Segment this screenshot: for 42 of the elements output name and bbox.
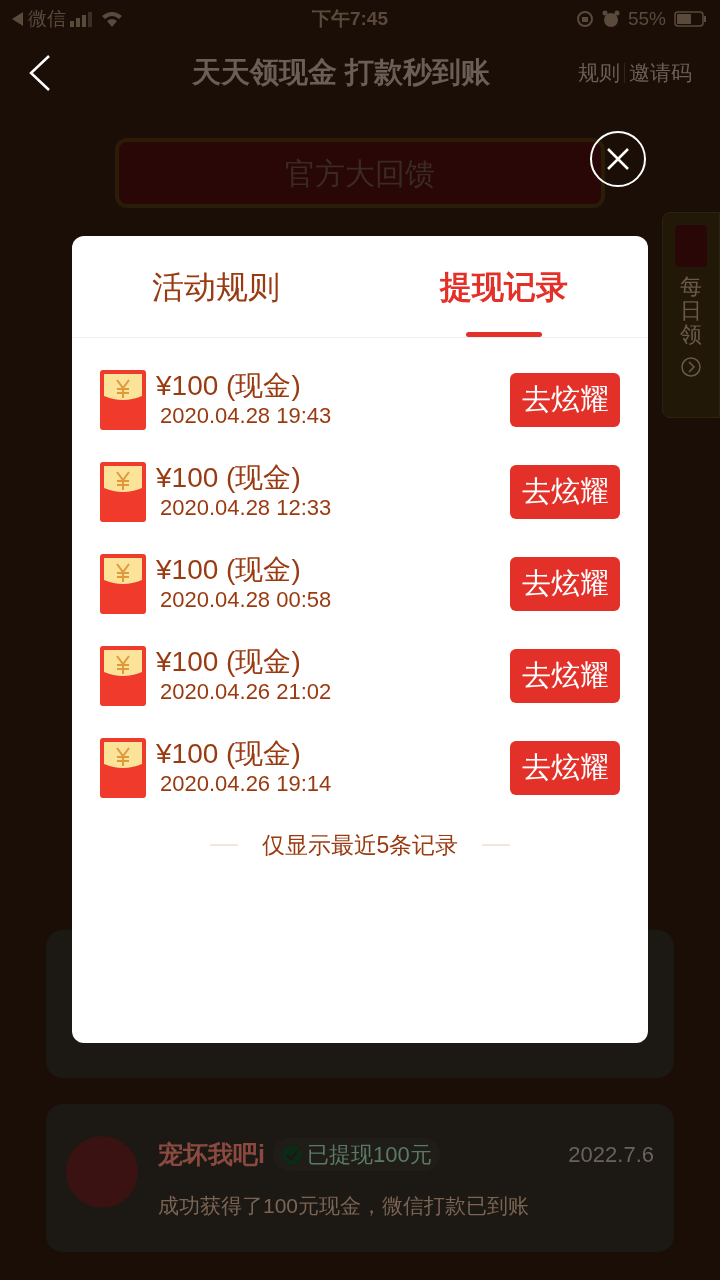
envelope-icon xyxy=(100,370,146,430)
rotation-lock-icon xyxy=(575,10,594,28)
record-time: 2020.04.26 19:14 xyxy=(160,770,332,798)
records-note: 仅显示最近5条记录 xyxy=(260,831,460,860)
record-time: 2020.04.28 12:33 xyxy=(160,494,332,522)
show-off-button[interactable]: 去炫耀 xyxy=(510,373,620,427)
arrow-circle-icon xyxy=(680,355,702,378)
back-arrow-icon xyxy=(12,12,24,26)
dialog-tab[interactable]: 活动规则 xyxy=(72,236,360,337)
user-name: 宠坏我吧i xyxy=(158,1139,265,1170)
envelope-icon xyxy=(100,462,146,522)
carrier-label: 微信 xyxy=(28,6,66,31)
close-button[interactable] xyxy=(590,131,646,187)
record-amount: ¥100 (现金) xyxy=(156,646,302,678)
invite-code-link[interactable]: 邀请码 xyxy=(629,57,692,89)
show-off-button[interactable]: 去炫耀 xyxy=(510,741,620,795)
record-amount: ¥100 (现金) xyxy=(156,462,302,494)
record-time: 2020.04.28 00:58 xyxy=(160,586,332,614)
envelope-icon xyxy=(100,646,146,706)
back-icon[interactable] xyxy=(28,54,52,92)
withdrawn-badge: 已提现100元 xyxy=(272,1138,440,1172)
envelope-icon xyxy=(100,738,146,798)
wifi-icon xyxy=(100,10,124,28)
feed-message: 成功获得了100元现金，微信打款已到账 xyxy=(158,1192,531,1219)
show-off-button[interactable]: 去炫耀 xyxy=(510,557,620,611)
record-time: 2020.04.28 19:43 xyxy=(160,402,332,430)
page-title: 天天领现金 打款秒到账 xyxy=(192,55,491,91)
battery-percent: 55% xyxy=(627,6,666,31)
status-time: 下午7:45 xyxy=(311,6,388,31)
envelope-icon xyxy=(100,554,146,614)
record-amount: ¥100 (现金) xyxy=(156,554,302,586)
rules-link[interactable]: 规则 xyxy=(578,57,620,89)
dialog-tab[interactable]: 提现记录 xyxy=(360,236,648,337)
close-icon xyxy=(606,147,630,171)
show-off-button[interactable]: 去炫耀 xyxy=(510,649,620,703)
show-off-button[interactable]: 去炫耀 xyxy=(510,465,620,519)
record-amount: ¥100 (现金) xyxy=(156,738,302,770)
battery-icon xyxy=(674,11,708,27)
record-time: 2020.04.26 21:02 xyxy=(160,678,332,706)
side-tab-label[interactable]: 每日领 xyxy=(680,275,702,348)
feed-date: 2022.7.6 xyxy=(568,1141,654,1170)
record-amount: ¥100 (现金) xyxy=(156,370,302,402)
